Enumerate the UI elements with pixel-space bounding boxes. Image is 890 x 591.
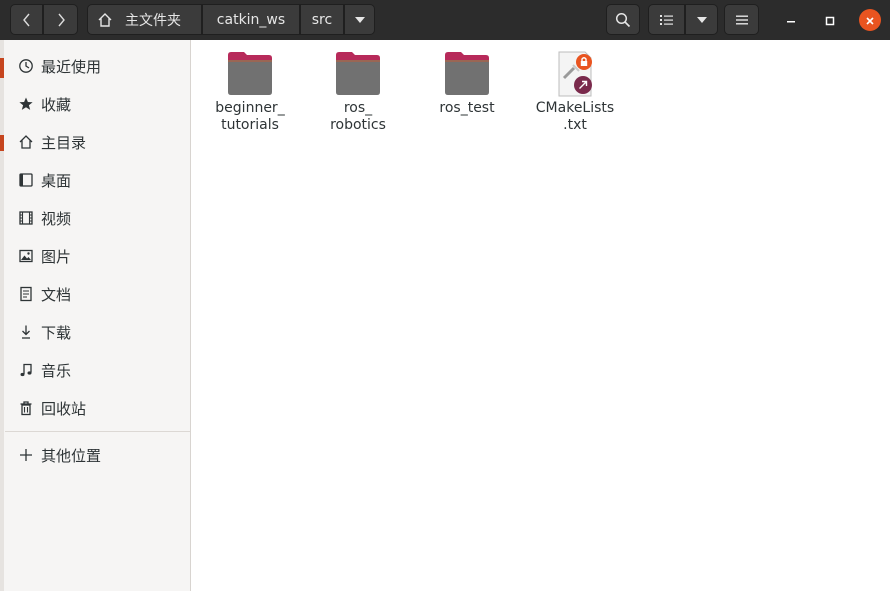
folder-icon <box>443 50 491 98</box>
back-button[interactable] <box>10 4 43 35</box>
file-item-cmakelists[interactable]: CMakeLists .txt <box>525 50 625 134</box>
sidebar-item-label: 其他位置 <box>41 446 102 465</box>
sidebar-item-downloads[interactable]: 下载 <box>0 314 190 350</box>
trash-icon <box>17 399 35 417</box>
close-icon <box>865 11 875 30</box>
maximize-icon <box>825 11 835 30</box>
music-icon <box>17 361 35 379</box>
maximize-button[interactable] <box>819 9 841 31</box>
sidebar-item-recent[interactable]: 最近使用 <box>0 48 190 84</box>
download-icon <box>17 323 35 341</box>
minimize-button[interactable] <box>780 9 802 31</box>
forward-button[interactable] <box>43 4 78 35</box>
edge-mark <box>0 58 4 78</box>
sidebar-item-desktop[interactable]: 桌面 <box>0 162 190 198</box>
sidebar-item-label: 图片 <box>41 247 72 266</box>
sidebar-item-label: 最近使用 <box>41 57 102 76</box>
close-button[interactable] <box>859 9 881 31</box>
file-name: CMakeLists .txt <box>535 100 615 133</box>
home-icon <box>17 133 35 151</box>
sidebar-item-pictures[interactable]: 图片 <box>0 238 190 274</box>
file-item-folder[interactable]: ros_test <box>417 50 517 117</box>
view-toggle-button[interactable] <box>648 4 685 35</box>
search-button[interactable] <box>606 4 640 35</box>
sidebar-item-trash[interactable]: 回收站 <box>0 390 190 426</box>
triangle-down-icon <box>696 16 708 24</box>
list-view-icon <box>659 14 674 26</box>
sidebar-item-label: 音乐 <box>41 361 72 380</box>
document-icon <box>17 285 35 303</box>
sidebar-item-other-locations[interactable]: 其他位置 <box>0 437 190 473</box>
sidebar-item-starred[interactable]: 收藏 <box>0 86 190 122</box>
star-icon <box>17 95 35 113</box>
folder-icon <box>334 50 382 98</box>
chevron-left-icon <box>22 12 32 28</box>
breadcrumb-dropdown-button[interactable] <box>344 4 375 35</box>
desktop-icon <box>17 171 35 189</box>
sidebar-item-music[interactable]: 音乐 <box>0 352 190 388</box>
sidebar-item-label: 视频 <box>41 209 72 228</box>
text-file-icon <box>551 50 599 98</box>
chevron-right-icon <box>56 12 66 28</box>
sidebar-item-home[interactable]: 主目录 <box>0 124 190 160</box>
home-icon <box>97 12 113 28</box>
sidebar-separator <box>5 431 190 432</box>
sidebar-item-label: 回收站 <box>41 399 87 418</box>
breadcrumb-home[interactable]: 主文件夹 <box>87 4 202 35</box>
sidebar-item-videos[interactable]: 视频 <box>0 200 190 236</box>
header-bar: 主文件夹 catkin_ws src <box>0 0 890 40</box>
edge-mark <box>0 135 4 151</box>
picture-icon <box>17 247 35 265</box>
sidebar-item-label: 下载 <box>41 323 72 342</box>
plus-icon <box>17 446 35 464</box>
recent-icon <box>17 57 35 75</box>
triangle-down-icon <box>354 16 366 24</box>
folder-icon <box>226 50 274 98</box>
view-options-dropdown[interactable] <box>685 4 718 35</box>
sidebar-item-label: 收藏 <box>41 95 72 114</box>
file-item-folder[interactable]: ros_ robotics <box>308 50 408 134</box>
hamburger-menu-icon <box>735 14 749 26</box>
minimize-icon <box>786 11 796 30</box>
sidebar-item-label: 主目录 <box>41 133 87 152</box>
file-name: ros_ robotics <box>330 100 386 133</box>
breadcrumb-catkin-ws[interactable]: catkin_ws <box>202 4 300 35</box>
sidebar-item-label: 文档 <box>41 285 72 304</box>
breadcrumb-src[interactable]: src <box>300 4 344 35</box>
breadcrumb-home-label: 主文件夹 <box>125 12 181 29</box>
file-item-folder[interactable]: beginner_ tutorials <box>200 50 300 134</box>
main-menu-button[interactable] <box>724 4 759 35</box>
sidebar-item-label: 桌面 <box>41 171 72 190</box>
sidebar-item-documents[interactable]: 文档 <box>0 276 190 312</box>
breadcrumb-label: src <box>311 11 333 28</box>
breadcrumb-label: catkin_ws <box>216 11 286 28</box>
file-view[interactable]: beginner_ tutorials ros_ robotics ros_te… <box>191 40 890 591</box>
search-icon <box>615 12 631 28</box>
places-sidebar: 最近使用 收藏 主目录 桌面 视频 图片 文档 下载 音乐 回收站 其他位置 <box>0 40 191 591</box>
video-icon <box>17 209 35 227</box>
file-name: ros_test <box>439 100 495 116</box>
file-name: beginner_ tutorials <box>215 100 285 133</box>
window-left-edge <box>0 40 4 591</box>
